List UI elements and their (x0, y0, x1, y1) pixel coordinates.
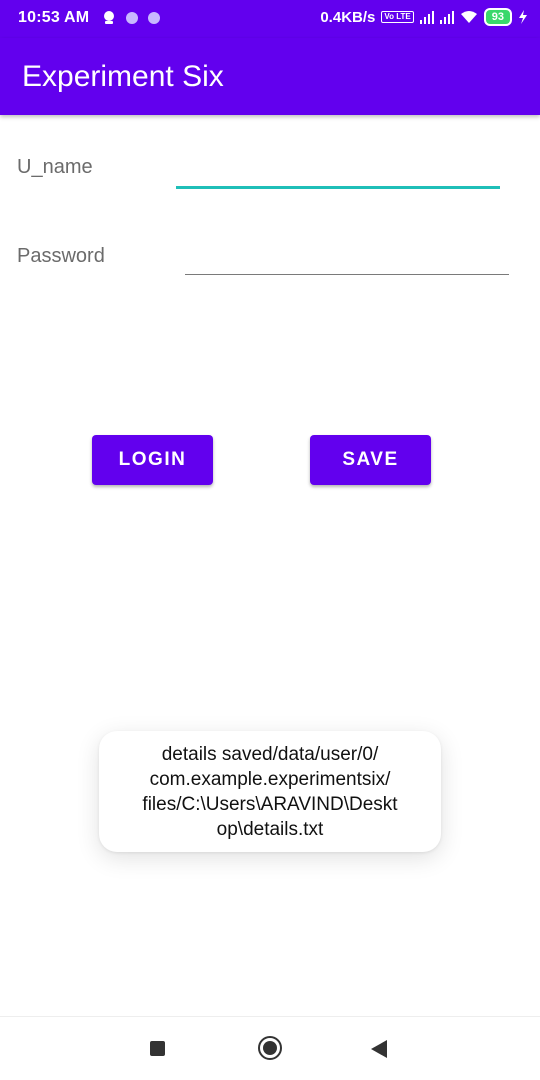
toast-text: details saved/data/user/0/ com.example.e… (142, 743, 398, 840)
status-notification-icons (102, 10, 160, 26)
notification-icon (104, 11, 114, 24)
signal-icon (419, 10, 434, 24)
password-label: Password (17, 245, 105, 267)
network-speed: 0.4KB/s (320, 8, 376, 26)
app-bar: Experiment Six (0, 38, 540, 115)
status-bar: 10:53 AM 0.4KB/s Vo LTE 93 (0, 0, 540, 38)
dot-icon (148, 12, 160, 24)
volte-icon: Vo LTE (381, 11, 414, 23)
battery-icon: 93 (483, 8, 512, 26)
status-right: 0.4KB/s Vo LTE 93 (320, 8, 528, 26)
toast-message: details saved/data/user/0/ com.example.e… (99, 731, 441, 852)
signal-icon (439, 10, 454, 24)
save-button[interactable]: SAVE (310, 435, 431, 485)
dot-icon (126, 12, 138, 24)
username-field[interactable] (176, 150, 500, 189)
status-time: 10:53 AM (18, 9, 90, 26)
recents-icon[interactable] (150, 1041, 165, 1056)
wifi-icon (460, 11, 477, 23)
login-button[interactable]: LOGIN (92, 435, 213, 485)
page-title: Experiment Six (22, 60, 224, 93)
charging-icon (519, 10, 527, 24)
username-label: U_name (17, 156, 93, 178)
password-field[interactable] (185, 238, 509, 275)
app-screen: 10:53 AM 0.4KB/s Vo LTE 93 Experiment Si… (0, 0, 540, 1080)
back-icon[interactable] (371, 1040, 387, 1058)
navigation-bar (0, 1016, 540, 1080)
home-icon[interactable] (258, 1036, 282, 1060)
